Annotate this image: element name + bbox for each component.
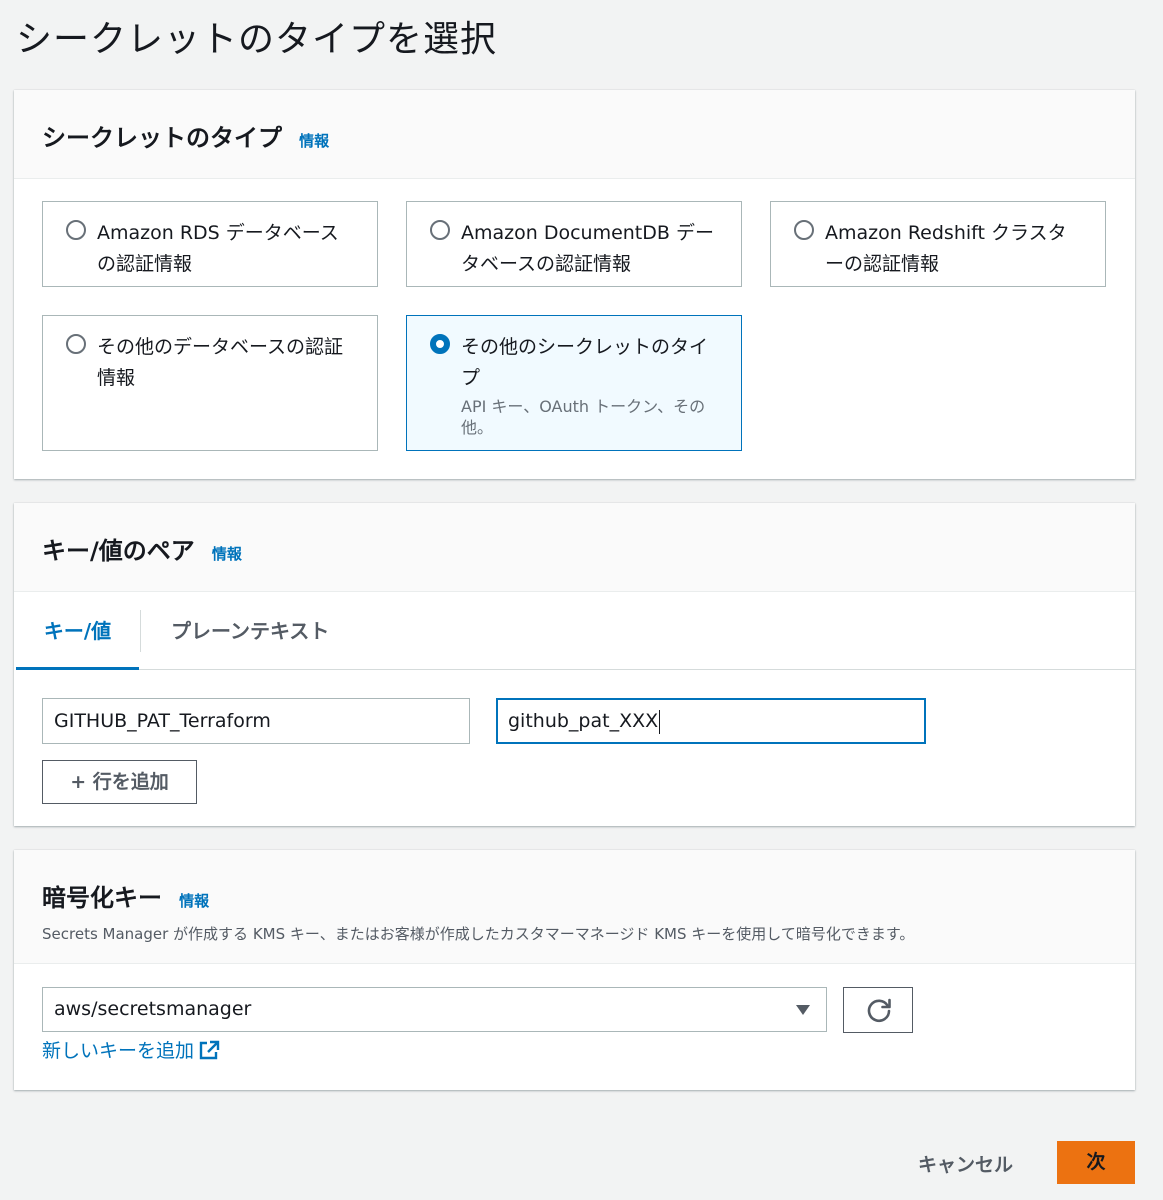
- option-other-secret-type[interactable]: その他のシークレットのタイプ API キー、OAuth トークン、その他。: [406, 315, 742, 451]
- key-value-header: キー/値のペア 情報: [14, 503, 1135, 592]
- add-new-key-label: 新しいキーを追加: [42, 1040, 195, 1062]
- option-label: その他のシークレットのタイプ: [461, 336, 709, 389]
- tab-divider: [140, 610, 141, 652]
- option-documentdb-credentials[interactable]: Amazon DocumentDB データベースの認証情報: [406, 201, 742, 287]
- kms-key-select[interactable]: aws/secretsmanager: [42, 987, 827, 1032]
- value-input-value: github_pat_XXX: [508, 710, 659, 732]
- radio-redshift[interactable]: [794, 220, 814, 240]
- option-label: その他のデータベースの認証情報: [97, 336, 344, 389]
- option-redshift-credentials[interactable]: Amazon Redshift クラスターの認証情報: [770, 201, 1106, 287]
- secret-type-title: シークレットのタイプ: [42, 124, 282, 152]
- radio-documentdb[interactable]: [430, 220, 450, 240]
- option-description: API キー、OAuth トークン、その他。: [461, 397, 706, 437]
- refresh-icon: [867, 998, 891, 1023]
- radio-rds[interactable]: [66, 220, 86, 240]
- radio-other-secret[interactable]: [430, 334, 450, 354]
- secret-type-panel: シークレットのタイプ 情報 Amazon RDS データベースの認証情報 Ama…: [14, 90, 1135, 479]
- encryption-title: 暗号化キー: [42, 884, 162, 912]
- key-input[interactable]: GITHUB_PAT_Terraform: [42, 698, 470, 744]
- encryption-header: 暗号化キー 情報 Secrets Manager が作成する KMS キー、また…: [14, 850, 1135, 964]
- option-label: Amazon DocumentDB データベースの認証情報: [461, 222, 714, 275]
- caret-down-icon: [796, 1005, 810, 1015]
- secret-type-header: シークレットのタイプ 情報: [14, 90, 1135, 179]
- cancel-button[interactable]: キャンセル: [918, 1150, 1013, 1177]
- add-new-key-link[interactable]: 新しいキーを追加: [42, 1036, 220, 1063]
- key-value-panel: キー/値のペア 情報 キー/値 プレーンテキスト GITHUB_PAT_Terr…: [14, 503, 1135, 826]
- encryption-info-link[interactable]: 情報: [179, 890, 209, 911]
- key-input-value: GITHUB_PAT_Terraform: [54, 710, 271, 732]
- secret-type-info-link[interactable]: 情報: [299, 130, 329, 151]
- key-value-tabs: キー/値 プレーンテキスト: [16, 592, 1135, 670]
- add-row-button[interactable]: + 行を追加: [42, 760, 197, 804]
- key-value-title: キー/値のペア: [42, 537, 195, 565]
- radio-other-database[interactable]: [66, 334, 86, 354]
- encryption-panel: 暗号化キー 情報 Secrets Manager が作成する KMS キー、また…: [14, 850, 1135, 1090]
- text-caret: [659, 709, 661, 734]
- option-label: Amazon Redshift クラスターの認証情報: [825, 222, 1067, 275]
- kms-key-selected-value: aws/secretsmanager: [54, 998, 252, 1020]
- encryption-description: Secrets Manager が作成する KMS キー、またはお客様が作成した…: [42, 925, 915, 943]
- tab-key-value[interactable]: キー/値: [16, 592, 139, 670]
- value-input[interactable]: github_pat_XXX: [496, 698, 926, 744]
- option-other-database-credentials[interactable]: その他のデータベースの認証情報: [42, 315, 378, 451]
- refresh-button[interactable]: [843, 987, 913, 1033]
- external-link-icon: [199, 1040, 220, 1060]
- option-label: Amazon RDS データベースの認証情報: [97, 222, 339, 275]
- page-title: シークレットのタイプを選択: [16, 19, 498, 60]
- key-value-info-link[interactable]: 情報: [212, 543, 242, 564]
- tab-plaintext[interactable]: プレーンテキスト: [171, 592, 329, 670]
- option-rds-credentials[interactable]: Amazon RDS データベースの認証情報: [42, 201, 378, 287]
- next-button[interactable]: 次: [1057, 1141, 1135, 1184]
